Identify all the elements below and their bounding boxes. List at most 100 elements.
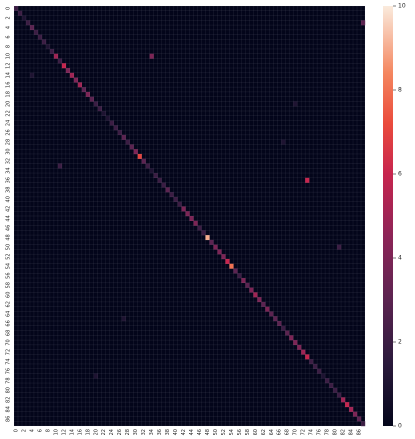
heatmap-cell: [157, 177, 162, 183]
y-tick-label: 34: [5, 167, 11, 173]
x-tick-label: 50: [213, 429, 219, 435]
y-tick-label: 38: [6, 187, 12, 193]
heatmap-cell: [285, 330, 290, 336]
x-tick-label: 20: [93, 429, 99, 435]
y-tick-label: 30: [5, 148, 11, 154]
heatmap-cell: [357, 416, 362, 422]
heatmap-cell: [261, 301, 266, 307]
colorbar-tick-label: 2: [398, 339, 402, 346]
y-tick-label: 78: [5, 377, 11, 383]
heatmap-cell: [181, 206, 186, 212]
heatmap-cell: [89, 96, 94, 102]
heatmap-cell: [29, 72, 35, 78]
heatmap-cell: [69, 72, 75, 78]
heatmap-cell: [361, 421, 366, 427]
heatmap-cell: [321, 373, 326, 379]
heatmap-cell: [281, 139, 286, 145]
heatmap-cell: [121, 134, 126, 140]
x-tick-label: 22: [101, 429, 107, 435]
y-tick-label: 62: [5, 301, 11, 307]
heatmap-cell: [41, 39, 47, 45]
heatmap-cell: [177, 201, 182, 207]
heatmap-cell: [341, 397, 346, 403]
x-tick-label: 18: [85, 429, 91, 435]
heatmap-cell: [305, 354, 310, 360]
x-tick-label: 30: [133, 429, 139, 435]
x-tick-label: 40: [173, 429, 179, 435]
y-tick-label: 54: [6, 263, 12, 269]
x-tick-label: 24: [109, 429, 115, 435]
colorbar-tick-label: 6: [398, 171, 402, 178]
heatmap-cell: [141, 158, 146, 164]
y-tick-label: 32: [6, 158, 12, 164]
heatmap-cell: [233, 268, 238, 274]
heatmap-cell: [93, 101, 98, 107]
heatmap-cell: [213, 244, 218, 250]
heatmap-cell: [217, 249, 222, 255]
heatmap-cell: [361, 20, 366, 26]
heatmap-cell: [14, 6, 19, 11]
heatmap-cell: [93, 373, 98, 379]
y-tick-label: 26: [5, 129, 11, 135]
heatmap-cell: [249, 287, 254, 293]
heatmap-cell: [161, 182, 166, 188]
heatmap-cell: [85, 91, 90, 97]
y-tick-label: 74: [5, 358, 11, 364]
heatmap-cell: [333, 387, 338, 393]
heatmap-cell: [17, 10, 23, 16]
y-tick-label: 76: [6, 368, 12, 374]
heatmap-cell: [45, 44, 51, 50]
y-tick-label: 84: [5, 406, 11, 412]
heatmap-cell: [269, 311, 274, 317]
x-tick-label: 6: [37, 429, 43, 432]
x-tick-label: 26: [117, 429, 123, 435]
y-tick-label: 10: [6, 53, 12, 59]
heatmap-cell: [325, 378, 330, 384]
x-tick-label: 10: [53, 429, 59, 435]
heatmap-cell: [265, 306, 270, 312]
heatmap-cell: [197, 225, 202, 231]
heatmap-cell: [133, 149, 138, 155]
heatmap-cell: [169, 192, 174, 198]
heatmap-cell: [81, 87, 86, 93]
y-tick-label: 68: [6, 330, 12, 336]
heatmap-cell: [149, 53, 154, 59]
heatmap-cell: [297, 344, 302, 350]
heatmap-cell: [57, 163, 63, 169]
heatmap-cell: [353, 411, 358, 417]
x-tick-label: 34: [149, 429, 155, 435]
heatmap-cell: [201, 230, 206, 236]
x-tick-label: 66: [277, 429, 283, 435]
y-tick-label: 2: [6, 16, 12, 19]
y-tick-label: 58: [6, 282, 12, 288]
heatmap-cell: [65, 68, 71, 74]
x-tick-label: 0: [13, 429, 19, 432]
heatmap-cell: [29, 25, 35, 31]
x-tick-label: 84: [349, 429, 355, 435]
heatmap-cell: [193, 220, 198, 226]
heatmap-cell: [281, 325, 286, 331]
x-tick-label: 52: [221, 429, 227, 435]
heatmap-cell: [257, 297, 262, 303]
x-axis-ticks: 0 2 4 6 8 10 12 14 16 18 20 22 24 26 28 30 32 34 36 38 40 42 4…: [13, 429, 362, 435]
x-tick-label: 38: [165, 429, 171, 435]
heatmap-cell: [229, 263, 234, 269]
x-tick-label: 28: [125, 429, 131, 435]
x-tick-label: 4: [29, 429, 35, 432]
y-tick-label: 70: [5, 339, 11, 345]
x-tick-label: 46: [197, 429, 203, 435]
y-tick-label: 72: [6, 349, 12, 355]
heatmap-cell: [293, 101, 298, 107]
y-tick-label: 0: [5, 7, 11, 10]
y-tick-label: 56: [5, 272, 11, 278]
y-tick-label: 28: [6, 139, 12, 145]
x-tick-label: 80: [333, 429, 339, 435]
y-tick-label: 16: [6, 82, 12, 88]
heatmap-cell: [301, 349, 306, 355]
colorbar-tick-label: 0: [398, 423, 402, 430]
y-tick-label: 46: [6, 225, 12, 231]
y-tick-label: 48: [5, 234, 11, 240]
y-tick-label: 24: [6, 120, 12, 126]
x-tick-label: 76: [317, 429, 323, 435]
x-tick-label: 36: [157, 429, 163, 435]
